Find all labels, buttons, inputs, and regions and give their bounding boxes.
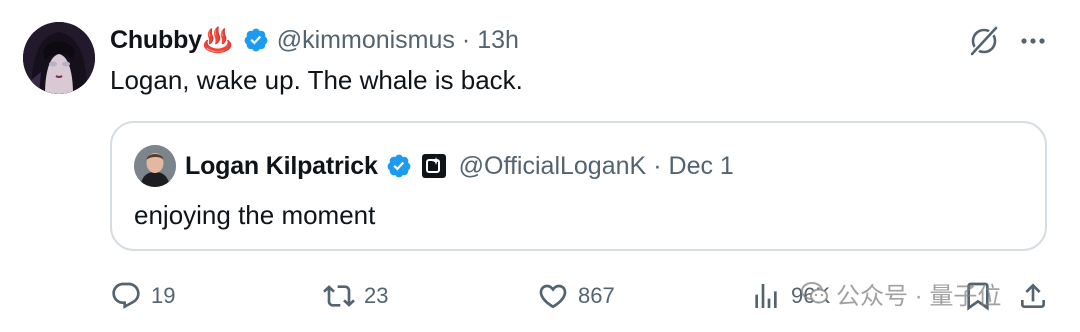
quoted-tweet-date[interactable]: Dec 1 (669, 152, 734, 181)
views-chart-icon (755, 284, 777, 308)
like-button[interactable]: 867 (537, 272, 615, 320)
quoted-author-name[interactable]: Logan Kilpatrick (185, 152, 378, 181)
heart-icon (539, 284, 567, 309)
repost-icon (323, 285, 355, 307)
tweet-actions-bar: 19 23 867 96K (0, 272, 1080, 320)
reply-icon (112, 282, 140, 309)
reply-count: 19 (151, 283, 176, 308)
bookmark-button[interactable] (962, 272, 994, 320)
like-count: 867 (578, 283, 615, 308)
author-avatar[interactable] (23, 22, 95, 94)
quoted-author-handle[interactable]: @OfficialLoganK (459, 152, 647, 181)
tweet-text: Logan, wake up. The whale is back. (110, 65, 523, 95)
share-button[interactable] (1017, 272, 1049, 320)
repost-count: 23 (364, 283, 389, 308)
views-button[interactable]: 96K (750, 272, 830, 320)
quoted-tweet-header: Logan Kilpatrick @OfficialLoganK · Dec 1 (134, 145, 734, 187)
grok-icon[interactable] (966, 22, 1002, 58)
tweet-timestamp[interactable]: 13h (477, 26, 519, 55)
views-count: 96K (791, 283, 831, 308)
separator-dot: · (461, 25, 471, 54)
more-options-icon[interactable] (1018, 26, 1048, 56)
separator-dot: · (653, 151, 662, 180)
quoted-tweet-text: enjoying the moment (134, 200, 376, 230)
author-name[interactable]: Chubby (110, 26, 202, 55)
tweet-header: Chubby ♨️ @kimmonismus · 13h (110, 22, 519, 58)
quoted-tweet-card[interactable]: Logan Kilpatrick @OfficialLoganK · Dec 1… (110, 121, 1047, 251)
share-icon (1021, 283, 1045, 308)
affiliate-badge-icon[interactable] (421, 153, 447, 179)
quoted-author-avatar[interactable] (134, 145, 176, 187)
reply-button[interactable]: 19 (110, 272, 175, 320)
bookmark-icon (967, 282, 989, 311)
verified-badge-icon (387, 154, 411, 178)
repost-button[interactable]: 23 (323, 272, 388, 320)
author-handle[interactable]: @kimmonismus (277, 26, 455, 55)
verified-badge-icon (244, 28, 268, 52)
hot-springs-emoji: ♨️ (202, 26, 233, 54)
